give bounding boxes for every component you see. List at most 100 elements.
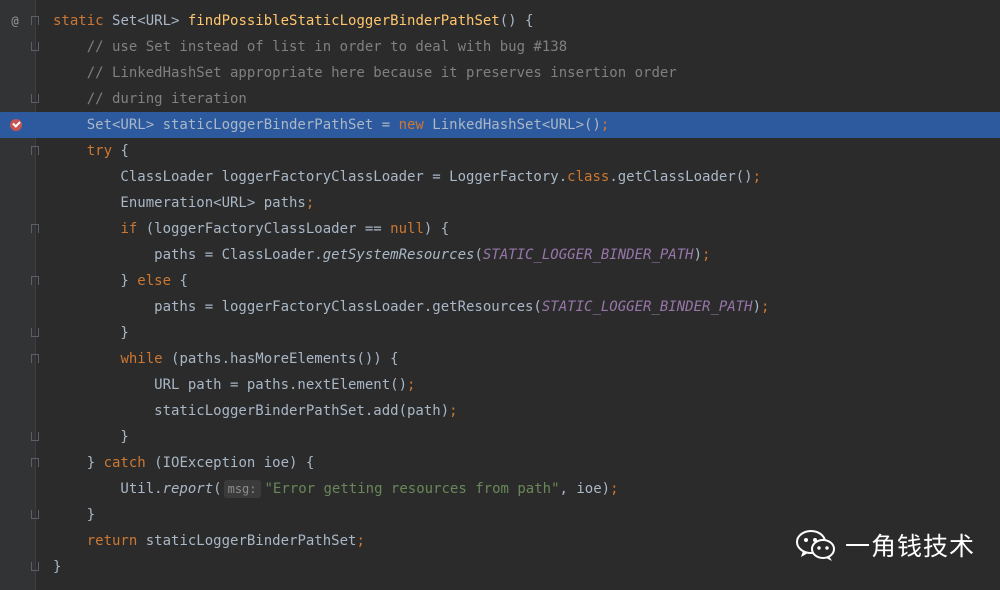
code-lines: @ static Set<URL> findPossibleStaticLogge… <box>0 8 1000 580</box>
code-token: findPossibleStaticLoggerBinderPathSet <box>187 13 500 29</box>
code-text: } <box>53 424 128 450</box>
watermark: 一角钱技术 <box>795 525 975 565</box>
fold-marker-icon[interactable] <box>31 42 39 51</box>
code-token: ; <box>407 377 416 393</box>
code-token: () { <box>499 13 534 29</box>
fold-marker-icon[interactable] <box>31 354 39 363</box>
code-token: while <box>120 351 163 367</box>
code-text: Util.report(msg: "Error getting resources… <box>53 476 619 502</box>
code-token: ) <box>752 299 762 315</box>
code-line[interactable]: } else { <box>0 268 1000 294</box>
fold-marker-icon[interactable] <box>31 94 39 103</box>
code-token: Util. <box>53 481 163 497</box>
fold-marker-icon[interactable] <box>31 16 39 25</box>
code-text: // during iteration <box>53 86 247 112</box>
code-token: "Error getting resources from path" <box>264 481 560 497</box>
code-line[interactable]: } <box>0 320 1000 346</box>
code-token: report <box>162 481 214 497</box>
code-text: return staticLoggerBinderPathSet; <box>53 528 365 554</box>
override-marker-icon[interactable]: @ <box>5 8 25 34</box>
code-token: ; <box>305 195 315 211</box>
code-line[interactable]: staticLoggerBinderPathSet.add(path); <box>0 398 1000 424</box>
code-line[interactable]: while (paths.hasMoreElements()) { <box>0 346 1000 372</box>
code-token: Set<URL> <box>112 13 188 29</box>
code-token: } <box>53 507 96 523</box>
code-token: } <box>53 273 138 289</box>
code-text: } catch (IOException ioe) { <box>53 450 315 476</box>
code-token: STATIC_LOGGER_BINDER_PATH <box>482 247 694 263</box>
fold-marker-icon[interactable] <box>31 146 39 155</box>
code-text: } <box>53 320 129 346</box>
code-token: } <box>53 325 129 341</box>
code-token: Set<URL> staticLoggerBinderPathSet = <box>53 117 399 133</box>
wechat-icon <box>796 530 835 561</box>
fold-marker-icon[interactable] <box>31 510 39 519</box>
code-token: ; <box>761 299 770 315</box>
code-token: Enumeration<URL> paths <box>53 195 306 211</box>
code-line[interactable]: // use Set instead of list in order to d… <box>0 34 1000 60</box>
code-line[interactable]: // during iteration <box>0 86 1000 112</box>
code-token: // during iteration <box>53 91 247 107</box>
code-text: try { <box>53 138 129 164</box>
code-line[interactable]: Enumeration<URL> paths; <box>0 190 1000 216</box>
fold-marker-icon[interactable] <box>31 276 39 285</box>
watermark-text: 一角钱技术 <box>845 532 976 561</box>
code-line[interactable]: } <box>0 424 1000 450</box>
code-line[interactable]: ClassLoader loggerFactoryClassLoader = L… <box>0 164 1000 190</box>
code-line[interactable]: try { <box>0 138 1000 164</box>
code-token: } <box>53 559 62 575</box>
code-token: // use Set instead of list in order to d… <box>53 39 568 55</box>
code-token: catch <box>103 455 146 471</box>
fold-marker-icon[interactable] <box>31 328 39 337</box>
code-line[interactable]: paths = ClassLoader.getSystemResources(S… <box>0 242 1000 268</box>
code-token: (loggerFactoryClassLoader == <box>137 221 391 237</box>
code-token: ( <box>213 481 222 497</box>
code-token: (IOException ioe) { <box>145 455 315 471</box>
code-line[interactable]: } catch (IOException ioe) { <box>0 450 1000 476</box>
code-token: ) <box>693 247 703 263</box>
fold-marker-icon[interactable] <box>31 224 39 233</box>
code-token: staticLoggerBinderPathSet.add(path) <box>53 403 450 419</box>
code-token: .getClassLoader() <box>609 169 753 185</box>
code-token: return <box>86 533 146 549</box>
code-token: ; <box>752 169 762 185</box>
code-token: STATIC_LOGGER_BINDER_PATH <box>541 299 753 315</box>
code-line[interactable]: paths = loggerFactoryClassLoader.getReso… <box>0 294 1000 320</box>
code-token: URL path = paths.nextElement() <box>53 377 408 393</box>
code-token: ) { <box>423 221 450 237</box>
code-token: ; <box>600 117 610 133</box>
code-text: // use Set instead of list in order to d… <box>53 34 567 60</box>
code-text: paths = ClassLoader.getSystemResources(S… <box>53 242 710 268</box>
code-line[interactable]: URL path = paths.nextElement(); <box>0 372 1000 398</box>
code-editor[interactable]: @ static Set<URL> findPossibleStaticLogge… <box>0 0 1000 590</box>
parameter-hint: msg: <box>223 480 261 498</box>
code-text: while (paths.hasMoreElements()) { <box>53 346 398 372</box>
code-line-highlighted[interactable]: Set<URL> staticLoggerBinderPathSet = new… <box>0 112 1000 138</box>
fold-marker-icon[interactable] <box>31 458 39 467</box>
code-text: paths = loggerFactoryClassLoader.getReso… <box>53 294 769 320</box>
code-token: new <box>398 117 433 133</box>
code-token: ; <box>356 533 365 549</box>
code-text: if (loggerFactoryClassLoader == null) { <box>53 216 449 242</box>
code-token: null <box>390 221 424 237</box>
code-token: ; <box>702 247 711 263</box>
code-line[interactable]: Util.report(msg: "Error getting resources… <box>0 476 1000 502</box>
code-text: ClassLoader loggerFactoryClassLoader = L… <box>53 164 761 190</box>
code-line[interactable]: @ static Set<URL> findPossibleStaticLogge… <box>0 8 1000 34</box>
code-token: { <box>112 143 129 159</box>
code-token: getSystemResources <box>322 247 475 263</box>
code-text: static Set<URL> findPossibleStaticLogger… <box>53 8 533 34</box>
fold-marker-icon[interactable] <box>31 432 39 441</box>
code-token: else <box>137 273 172 289</box>
code-line[interactable]: // LinkedHashSet appropriate here becaus… <box>0 60 1000 86</box>
code-text: } else { <box>53 268 187 294</box>
fold-marker-icon[interactable] <box>31 562 39 571</box>
code-token: paths = ClassLoader. <box>53 247 323 263</box>
code-token: } <box>53 455 104 471</box>
code-text: // LinkedHashSet appropriate here becaus… <box>53 60 677 86</box>
code-line[interactable]: if (loggerFactoryClassLoader == null) { <box>0 216 1000 242</box>
breakpoint-icon[interactable] <box>10 119 22 131</box>
